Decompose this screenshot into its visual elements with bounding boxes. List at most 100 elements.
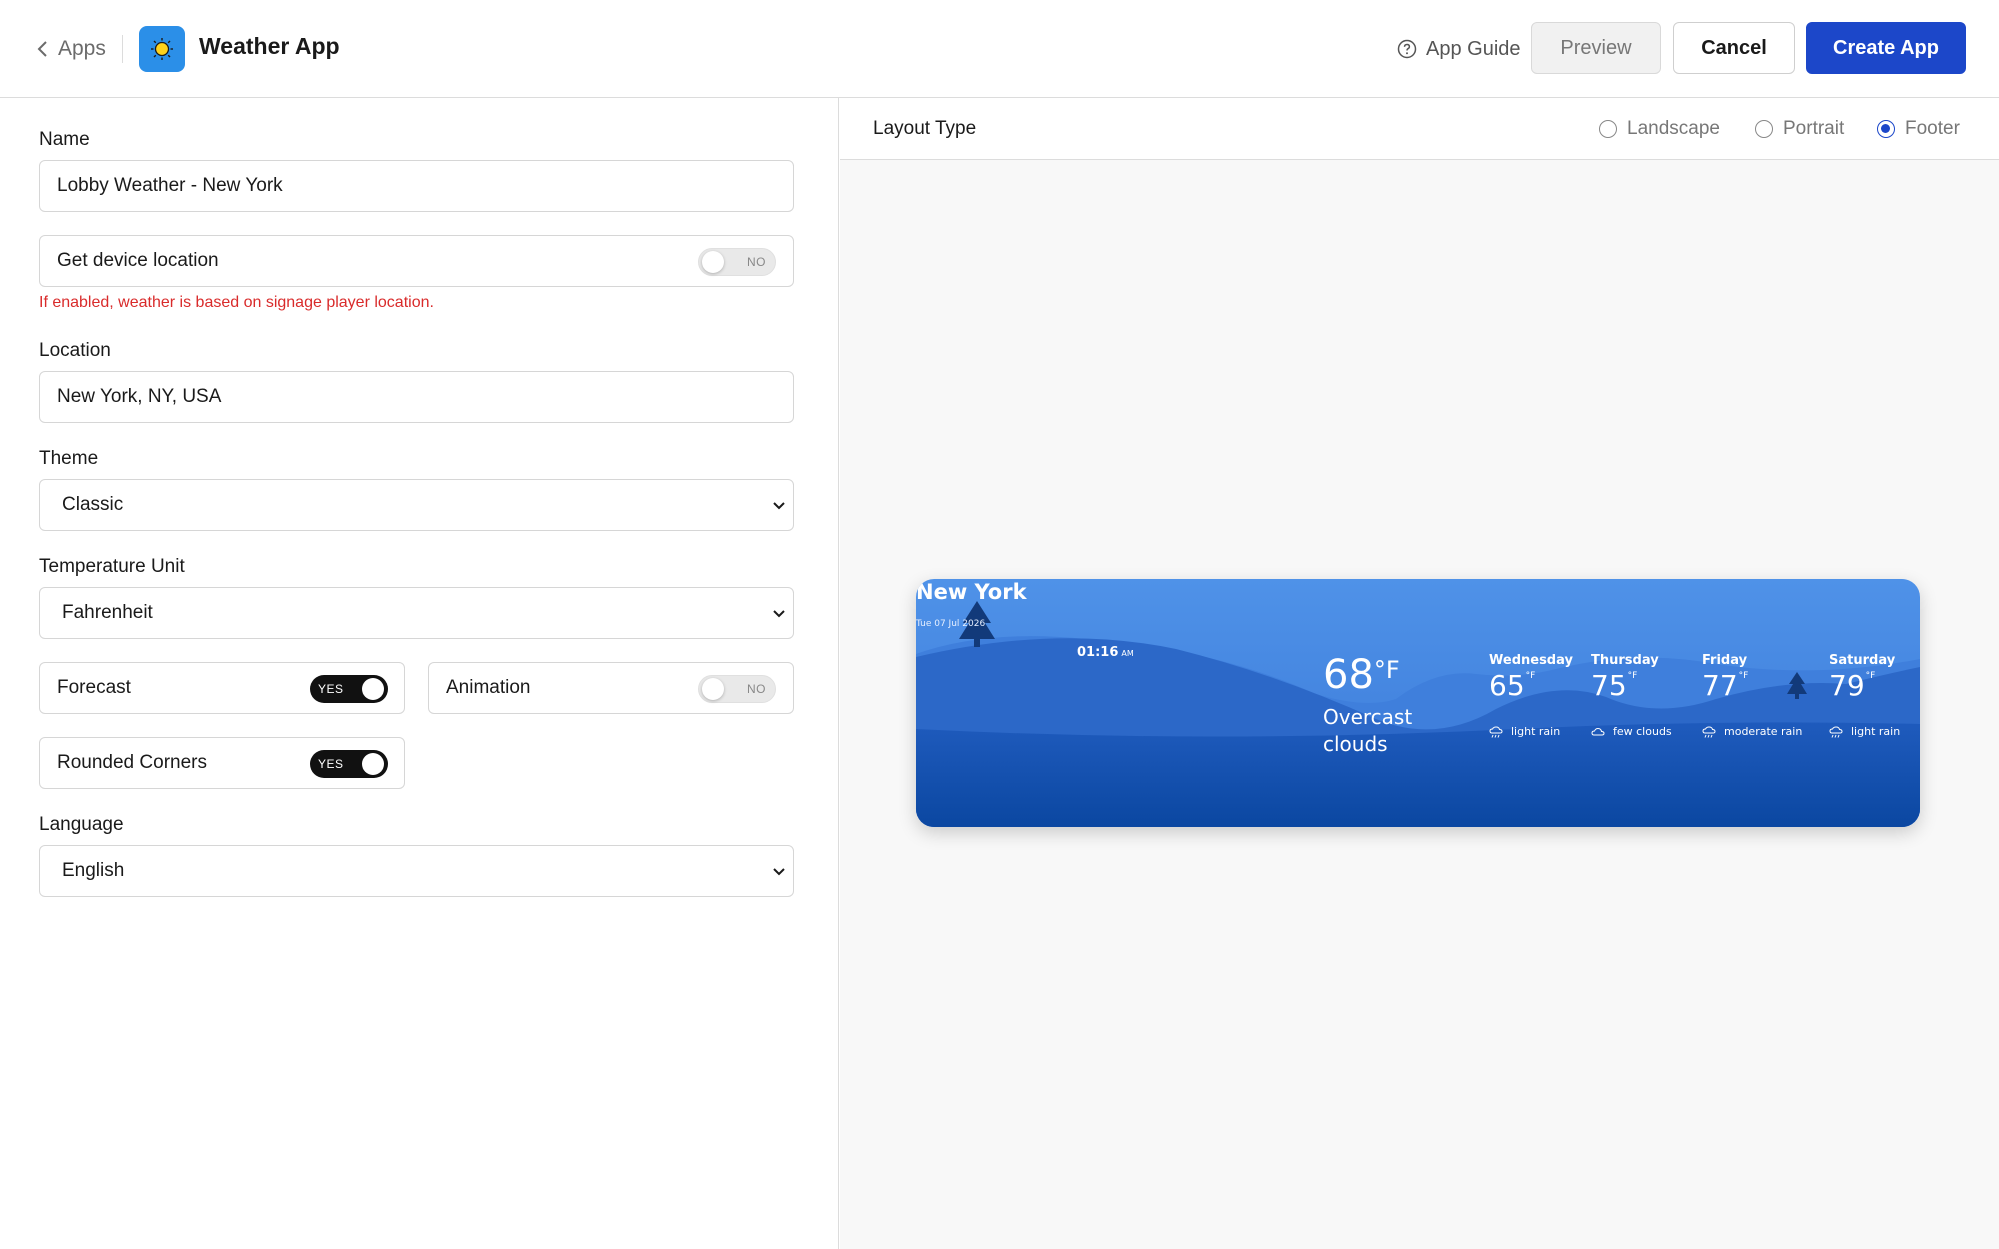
forecast-day: Wednesday 65°F light rain — [1489, 653, 1573, 738]
app-guide-label: App Guide — [1426, 37, 1521, 60]
toggle-state-text: YES — [318, 757, 344, 771]
forecast-day: Thursday 75°F few clouds — [1591, 653, 1672, 738]
cancel-button[interactable]: Cancel — [1673, 22, 1795, 74]
chevron-down-icon — [773, 868, 785, 876]
forecast-temp-value: 75 — [1591, 669, 1627, 702]
forecast-unit: °F — [1738, 671, 1749, 681]
forecast-description: light rain — [1829, 725, 1900, 738]
temperature-unit: °F — [1373, 656, 1400, 684]
forecast-desc-text: few clouds — [1613, 725, 1672, 738]
toggle-knob — [362, 678, 384, 700]
forecast-unit: °F — [1525, 671, 1536, 681]
preview-panel: Layout Type Landscape Portrait Footer Ne… — [840, 98, 1999, 1249]
widget-time: 01:16 AM — [1077, 645, 1134, 660]
weather-footer-preview: New York Tue 07 Jul 2026 01:16 AM 68°F Ov… — [916, 579, 1920, 827]
widget-ampm: AM — [1121, 649, 1134, 658]
widget-date: Tue 07 Jul 2026 — [916, 619, 986, 629]
animation-row: Animation NO — [428, 662, 794, 714]
radio-label: Landscape — [1627, 118, 1720, 139]
name-value: Lobby Weather - New York — [57, 175, 283, 196]
temperature-unit-select[interactable]: Fahrenheit — [39, 587, 794, 639]
location-value: New York, NY, USA — [57, 386, 222, 407]
forecast-temp: 75°F — [1591, 669, 1659, 702]
animation-toggle[interactable]: NO — [698, 675, 776, 703]
theme-label: Theme — [39, 448, 99, 469]
forecast-description: moderate rain — [1702, 725, 1802, 738]
layout-option-portrait[interactable]: Portrait — [1755, 118, 1844, 140]
create-app-button[interactable]: Create App — [1806, 22, 1966, 74]
temperature-unit-value: Fahrenheit — [62, 602, 153, 623]
layout-option-footer[interactable]: Footer — [1877, 118, 1960, 140]
language-select[interactable]: English — [39, 845, 794, 897]
current-temperature-value: 68 — [1323, 652, 1374, 698]
toggle-knob — [362, 753, 384, 775]
back-label: Apps — [58, 37, 106, 60]
toggle-knob — [702, 251, 724, 273]
preview-button[interactable]: Preview — [1531, 22, 1661, 74]
forecast-temp-value: 65 — [1489, 669, 1525, 702]
forecast-label: Forecast — [57, 677, 131, 698]
settings-form: Name Lobby Weather - New York Get device… — [0, 98, 839, 1249]
rounded-corners-row: Rounded Corners YES — [39, 737, 405, 789]
forecast-day-name: Thursday — [1591, 653, 1659, 668]
theme-value: Classic — [62, 494, 124, 515]
forecast-toggle[interactable]: YES — [310, 675, 388, 703]
forecast-day-name: Saturday — [1829, 653, 1896, 668]
page-title: Weather App — [199, 33, 340, 59]
name-input[interactable]: Lobby Weather - New York — [39, 160, 794, 212]
radio-button-selected — [1877, 120, 1895, 138]
help-circle-icon — [1397, 39, 1417, 59]
toggle-state-text: YES — [318, 682, 344, 696]
layout-type-label: Layout Type — [873, 118, 977, 139]
forecast-day-name: Wednesday — [1489, 653, 1573, 668]
radio-button — [1755, 120, 1773, 138]
cloud-icon — [1591, 727, 1605, 735]
forecast-description: few clouds — [1591, 725, 1672, 738]
device-location-label: Get device location — [57, 250, 219, 271]
radio-label: Footer — [1905, 118, 1960, 139]
language-label: Language — [39, 814, 124, 835]
forecast-desc-text: light rain — [1511, 725, 1561, 738]
toggle-state-text: NO — [747, 255, 766, 269]
name-label: Name — [39, 129, 90, 150]
device-location-toggle[interactable]: NO — [698, 248, 776, 276]
rain-icon — [1829, 725, 1843, 738]
chevron-down-icon — [773, 610, 785, 618]
location-label: Location — [39, 340, 111, 361]
forecast-description: light rain — [1489, 725, 1560, 738]
back-to-apps-link[interactable]: Apps — [36, 34, 106, 64]
forecast-day: Saturday 79°F light rain — [1829, 653, 1900, 738]
animation-label: Animation — [446, 677, 531, 698]
forecast-desc-text: light rain — [1851, 725, 1901, 738]
header-divider — [122, 35, 123, 63]
forecast-temp: 79°F — [1829, 669, 1895, 702]
chevron-left-icon — [37, 41, 47, 57]
rain-icon — [1489, 725, 1503, 738]
top-bar: Apps Weather App App Guide Preview Cance… — [0, 0, 1999, 98]
location-input[interactable]: New York, NY, USA — [39, 371, 794, 423]
condition-line: clouds — [1323, 732, 1388, 756]
language-value: English — [62, 860, 125, 881]
rounded-corners-toggle[interactable]: YES — [310, 750, 388, 778]
forecast-unit: °F — [1865, 671, 1876, 681]
device-location-row: Get device location NO — [39, 235, 794, 287]
layout-type-bar: Layout Type Landscape Portrait Footer — [840, 98, 1999, 160]
radio-label: Portrait — [1783, 118, 1845, 139]
app-guide-link[interactable]: App Guide — [1397, 35, 1521, 63]
rain-icon — [1702, 725, 1716, 738]
sun-cloud-icon — [151, 38, 173, 60]
weather-app-icon — [139, 26, 185, 72]
layout-option-landscape[interactable]: Landscape — [1599, 118, 1720, 140]
current-condition: Overcast clouds — [1323, 704, 1443, 758]
forecast-day-name: Friday — [1702, 653, 1748, 668]
forecast-temp-value: 77 — [1702, 669, 1738, 702]
condition-line: Overcast — [1323, 705, 1413, 729]
current-temperature: 68°F — [1323, 652, 1400, 698]
radio-button — [1599, 120, 1617, 138]
widget-city: New York — [916, 580, 1027, 604]
forecast-row: Forecast YES — [39, 662, 405, 714]
forecast-temp: 65°F — [1489, 669, 1573, 702]
chevron-down-icon — [773, 502, 785, 510]
theme-select[interactable]: Classic — [39, 479, 794, 531]
forecast-temp: 77°F — [1702, 669, 1748, 702]
